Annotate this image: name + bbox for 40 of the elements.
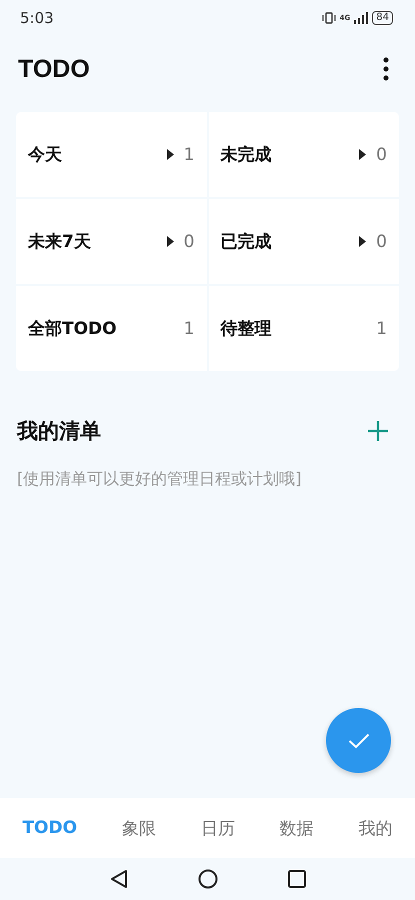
nav-tab[interactable]: 象限 <box>118 810 160 846</box>
empty-hint: [使用清单可以更好的管理日程或计划哦] <box>17 469 302 490</box>
status-time: 5:03 <box>20 9 54 27</box>
caret-icon <box>166 149 174 160</box>
more-menu-icon[interactable] <box>383 57 389 81</box>
filter-count: 0 <box>376 144 387 164</box>
back-icon[interactable] <box>110 869 128 889</box>
nav-tab[interactable]: 日历 <box>196 810 239 846</box>
filter-label: 已完成 <box>220 231 272 253</box>
filter-item[interactable]: 已完成 0 <box>208 199 399 284</box>
signal-icon <box>354 12 368 24</box>
filter-label: 未来7天 <box>28 231 92 253</box>
caret-icon <box>166 236 174 247</box>
home-icon[interactable] <box>198 869 218 889</box>
filter-count: 0 <box>184 232 194 252</box>
check-icon <box>348 732 370 748</box>
section-title: 我的清单 <box>17 418 101 445</box>
caret-icon <box>359 149 366 160</box>
app-title: TODO <box>18 54 90 84</box>
add-task-button[interactable] <box>326 708 391 773</box>
filter-item[interactable]: 待整理 1 <box>208 286 399 371</box>
filter-item[interactable]: 未来7天 0 <box>16 199 206 284</box>
filter-count: 0 <box>376 232 387 252</box>
nav-tab[interactable]: 我的 <box>354 810 397 846</box>
filter-label: 未完成 <box>220 144 272 166</box>
filter-item[interactable]: 全部TODO 1 <box>16 286 206 371</box>
add-icon[interactable] <box>367 420 389 442</box>
recents-icon[interactable] <box>288 870 306 888</box>
nav-tab[interactable]: 数据 <box>276 810 318 846</box>
filter-item[interactable]: 今天 1 <box>16 112 206 197</box>
filter-label: 待整理 <box>220 318 272 340</box>
filter-count: 1 <box>376 318 387 338</box>
battery-indicator: 84 <box>372 11 393 25</box>
filter-label: 今天 <box>28 144 63 166</box>
filter-item[interactable]: 未完成 0 <box>208 112 399 197</box>
filter-count: 1 <box>184 144 194 164</box>
filter-label: 全部TODO <box>28 318 118 340</box>
vibrate-icon <box>322 12 336 24</box>
caret-icon <box>359 236 366 247</box>
filter-count: 1 <box>184 318 194 338</box>
